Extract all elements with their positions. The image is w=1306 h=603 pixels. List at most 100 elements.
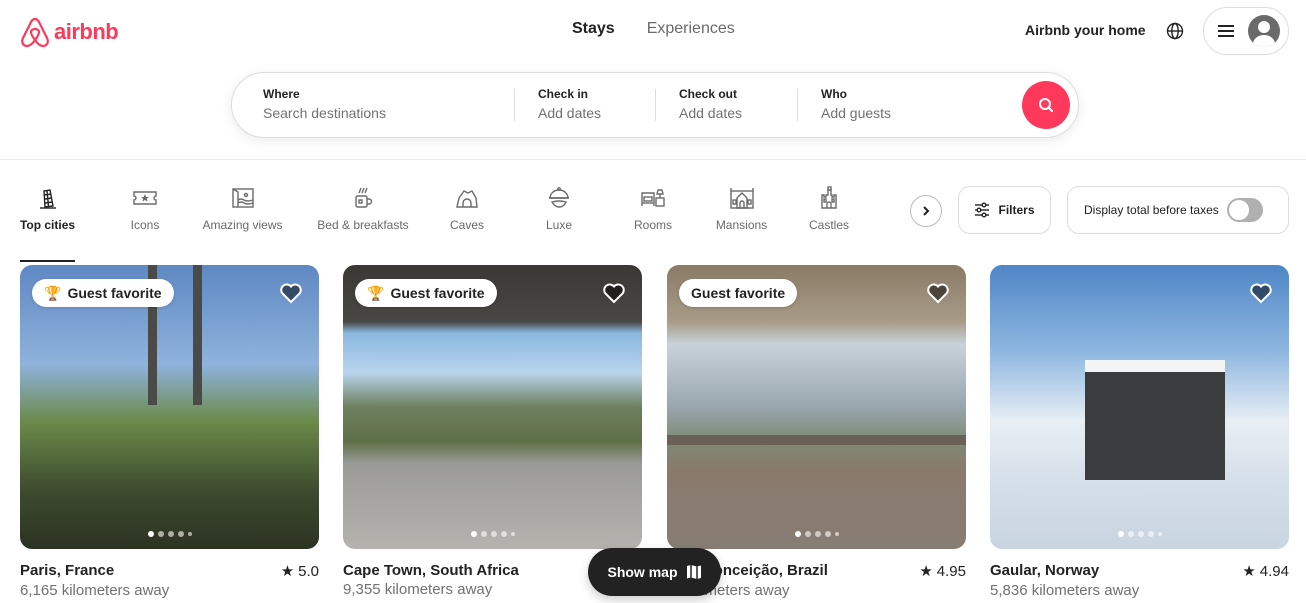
- star-icon: ★: [280, 563, 295, 580]
- heart-icon[interactable]: [1249, 281, 1273, 305]
- category-bed-and-breakfasts[interactable]: Bed & breakfasts: [315, 186, 411, 248]
- display-total-toggle[interactable]: [1226, 198, 1263, 222]
- category-amazing-views[interactable]: Amazing views: [200, 186, 285, 248]
- category-label: Amazing views: [202, 218, 283, 232]
- listing-rating: ★ 4.95: [919, 562, 966, 581]
- search-button[interactable]: [1022, 81, 1070, 129]
- category-label: Caves: [449, 218, 484, 232]
- check-in-label: Check in: [538, 87, 589, 101]
- guest-favorite-badge: 🏆 Guest favorite: [355, 279, 497, 307]
- airbnb-your-home-link[interactable]: Airbnb your home: [1025, 22, 1146, 38]
- star-icon: ★: [1242, 563, 1256, 580]
- listing-photo[interactable]: 🏆 Guest favorite: [343, 265, 642, 549]
- check-in-value: Add dates: [538, 105, 602, 121]
- mansion-icon: [729, 188, 754, 209]
- heart-icon[interactable]: [602, 281, 626, 305]
- photo-pagination: [147, 531, 192, 537]
- heart-icon[interactable]: [279, 281, 303, 305]
- category-label: Mansions: [715, 218, 768, 232]
- badge-label: Guest favorite: [67, 285, 162, 301]
- listing-rating: ★ 5.0: [280, 562, 319, 581]
- divider: [797, 89, 798, 121]
- hamburger-icon: [1218, 25, 1234, 37]
- display-total-label: Display total before taxes: [1084, 203, 1219, 217]
- listing-photo[interactable]: 🏆 Guest favorite: [20, 265, 319, 549]
- category-label: Bed & breakfasts: [317, 218, 409, 232]
- filters-label: Filters: [998, 203, 1035, 217]
- listing-card[interactable]: 🏆 Guest favorite Cape Town, South Africa…: [343, 265, 642, 598]
- badge-label: Guest favorite: [691, 285, 786, 301]
- guest-favorite-badge: Guest favorite: [679, 279, 798, 307]
- category-label: Rooms: [633, 218, 672, 232]
- listing-location: Cape Town, South Africa: [343, 562, 519, 579]
- category-icons[interactable]: Icons: [117, 186, 173, 248]
- categories-next-button[interactable]: [910, 195, 942, 227]
- photo-pagination: [1117, 531, 1162, 537]
- header: airbnb Stays Experiences Airbnb your hom…: [0, 0, 1306, 160]
- search-bar: Where Search destinations Check in Add d…: [231, 72, 1079, 138]
- listing-card[interactable]: Guest favorite …va Conceição, Brazil ★ 4.…: [667, 265, 966, 599]
- divider: [655, 89, 656, 121]
- check-out-label: Check out: [679, 87, 738, 101]
- search-icon: [1039, 98, 1053, 112]
- category-label: Top cities: [19, 218, 76, 232]
- display-total-toggle-container[interactable]: Display total before taxes: [1067, 186, 1289, 234]
- check-in-field[interactable]: Check in Add dates: [538, 87, 601, 121]
- user-menu-button[interactable]: [1203, 7, 1289, 55]
- category-caves[interactable]: Caves: [449, 186, 485, 248]
- where-label: Where: [263, 87, 300, 101]
- globe-icon[interactable]: [1166, 22, 1184, 40]
- category-castles[interactable]: Castles: [808, 186, 850, 248]
- map-icon: [686, 565, 701, 579]
- airbnb-logo[interactable]: airbnb: [20, 16, 119, 48]
- listing-distance: 5,836 kilometers away: [990, 582, 1140, 599]
- castle-icon: [821, 186, 837, 209]
- where-field[interactable]: Where Search destinations: [263, 87, 386, 121]
- category-label: Castles: [808, 218, 849, 232]
- category-label: Icons: [130, 218, 160, 232]
- avatar: [1248, 15, 1280, 47]
- rating-value: 4.95: [936, 562, 966, 580]
- rating-value: 4.94: [1259, 562, 1289, 580]
- photo-content: [667, 435, 966, 445]
- cloche-icon: [549, 187, 569, 208]
- photo-pagination: [470, 531, 515, 537]
- listing-distance: 6,165 kilometers away: [20, 582, 170, 599]
- check-out-value: Add dates: [679, 105, 743, 121]
- listing-photo[interactable]: Guest favorite: [667, 265, 966, 549]
- tab-stays[interactable]: Stays: [572, 20, 615, 38]
- category-mansions[interactable]: Mansions: [715, 186, 768, 248]
- listing-photo[interactable]: [990, 265, 1289, 549]
- listing-location: Paris, France: [20, 562, 115, 579]
- check-out-field[interactable]: Check out Add dates: [679, 87, 742, 121]
- listing-location: Gaular, Norway: [990, 562, 1100, 579]
- guest-favorite-badge: 🏆 Guest favorite: [32, 279, 174, 307]
- show-map-button[interactable]: Show map: [588, 548, 721, 596]
- heart-icon[interactable]: [926, 281, 950, 305]
- bed-lamp-icon: [641, 189, 665, 207]
- where-input[interactable]: Search destinations: [263, 105, 386, 121]
- who-label: Who: [821, 87, 847, 101]
- category-luxe[interactable]: Luxe: [545, 186, 573, 248]
- category-top-cities[interactable]: Top cities: [19, 186, 76, 262]
- trophy-icon: 🏆: [44, 284, 62, 301]
- who-value: Add guests: [821, 105, 892, 121]
- leaning-tower-icon: [39, 189, 56, 209]
- ticket-star-icon: [133, 191, 157, 205]
- listing-card[interactable]: Gaular, Norway ★ 4.94 5,836 kilometers aw…: [990, 265, 1289, 599]
- category-rooms[interactable]: Rooms: [633, 186, 673, 248]
- cave-icon: [456, 190, 478, 208]
- tab-experiences[interactable]: Experiences: [647, 20, 735, 38]
- who-field[interactable]: Who Add guests: [821, 87, 891, 121]
- star-icon: ★: [919, 563, 933, 580]
- category-label: Luxe: [545, 218, 573, 232]
- listing-rating: ★ 4.94: [1242, 562, 1289, 581]
- filters-button[interactable]: Filters: [958, 186, 1051, 234]
- show-map-label: Show map: [607, 564, 678, 580]
- photo-pagination: [794, 531, 839, 537]
- trophy-icon: 🏆: [367, 284, 385, 301]
- nav-tabs: Stays Experiences: [572, 20, 735, 38]
- photo-content: [1085, 360, 1225, 480]
- mug-icon: [355, 187, 373, 208]
- listing-card[interactable]: 🏆 Guest favorite Paris, France ★ 5.0 6,16…: [20, 265, 319, 599]
